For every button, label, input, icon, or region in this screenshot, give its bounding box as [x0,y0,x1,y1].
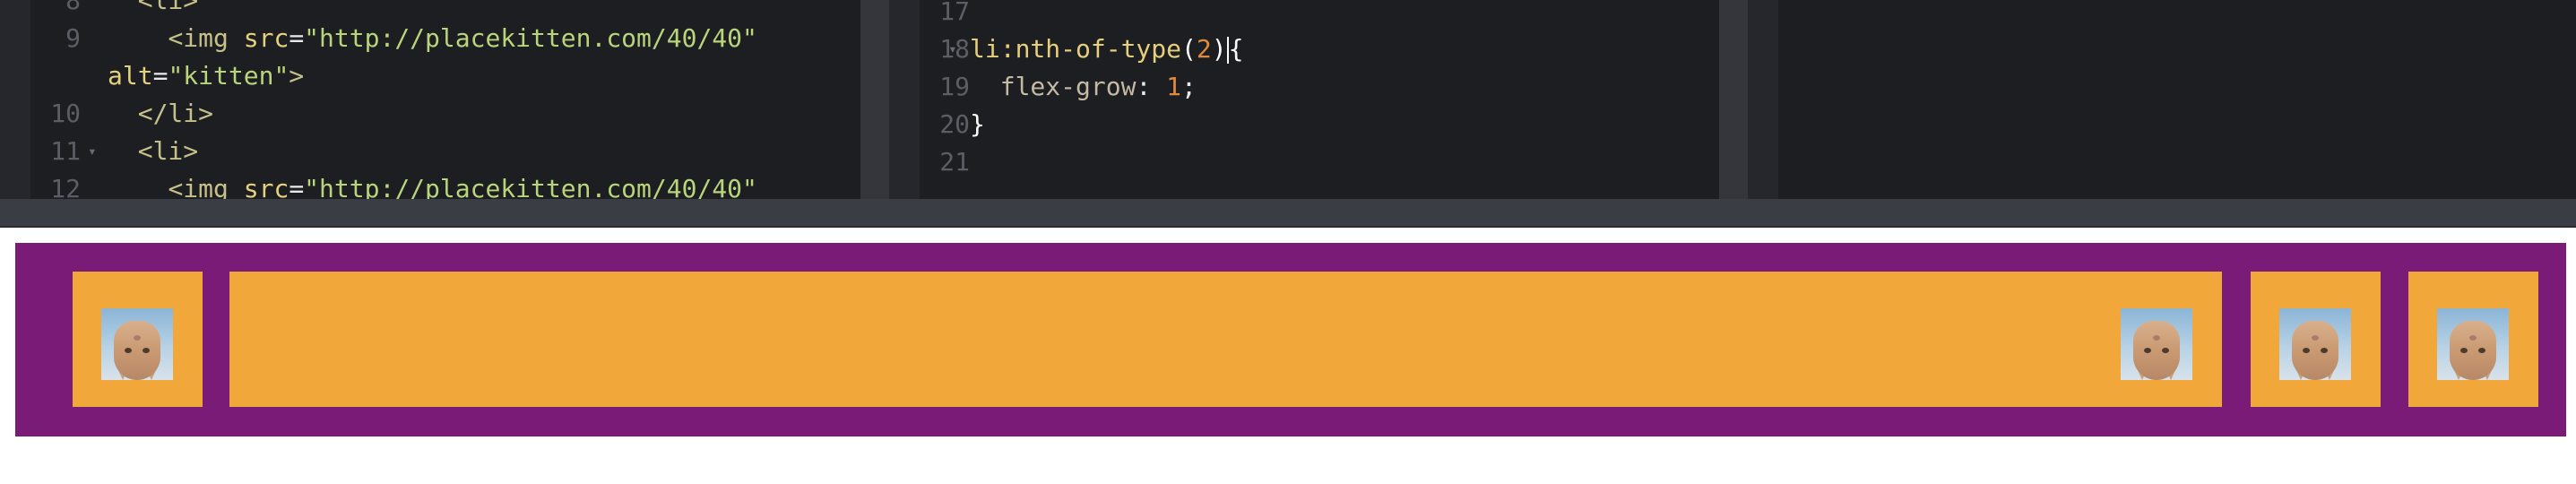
pane-resize-handle-1[interactable] [860,0,889,199]
code-token: = [289,174,305,199]
code-text: alt="kitten"> [108,57,304,95]
code-text: <img src="http://placekitten.com/40/40" [108,170,757,199]
code-editor: 8 <li> 9 <img src="http://placekitten.com… [0,0,2576,228]
line-number: 21 [939,147,970,177]
line-number: 11 [50,136,81,166]
js-editor-pane[interactable] [1748,0,2576,199]
kitten-image [101,308,173,380]
code-token: "http://placekitten.com/40/40" [304,174,757,199]
code-token: src [243,174,290,199]
code-token: = [289,23,305,53]
code-token: li:nth-of-type [970,34,1182,64]
kitten-image [2437,308,2509,380]
code-token: src [243,23,290,53]
code-token: "http://placekitten.com/40/40" [304,23,757,53]
code-text: <li> [108,133,198,170]
css-editor-pane[interactable]: 17 18 ▾ li:nth-of-type(2){19 flex-grow: 1; 2… [889,0,1719,199]
code-text: <img src="http://placekitten.com/40/40" [108,20,757,57]
code-token: } [970,109,985,139]
code-token: = [152,61,169,91]
html-editor-pane[interactable]: 8 <li> 9 <img src="http://placekitten.com… [0,0,860,199]
line-number: 19 [939,72,970,101]
line-number: 8 [65,0,81,15]
code-token: <img [168,174,244,199]
css-gutter [889,0,920,199]
code-token: 2 [1196,34,1212,64]
kitten-image [2121,308,2192,380]
line-number: 17 [939,0,970,26]
pane-resize-handle-2[interactable] [1719,0,1748,199]
code-token: <li> [137,0,199,15]
code-token: ( [1181,34,1197,64]
code-text: li:nth-of-type(2){ [970,30,1243,68]
code-token: > [289,61,305,91]
code-token: ) [1211,34,1227,64]
html-gutter [0,0,30,199]
flex-list [15,243,2566,436]
code-token: </li> [137,99,214,128]
code-token: alt [108,61,153,91]
js-gutter [1748,0,1778,199]
kitten-image [2279,308,2351,380]
code-text: } [970,106,985,143]
code-token: <img [168,23,244,53]
line-number: 18 [939,34,970,64]
code-token: 1 [1166,72,1182,101]
code-text: </li> [108,95,213,133]
list-item-3 [2251,272,2381,407]
list-item-1 [73,272,203,407]
line-number: 20 [939,109,970,139]
code-token: <li> [137,136,199,166]
line-number: 10 [50,99,81,128]
fold-arrow-icon[interactable]: ▾ [88,133,97,170]
list-item-4 [2408,272,2538,407]
code-token: : [1136,72,1167,101]
line-number: 9 [65,23,81,53]
code-token: flex-grow [999,72,1137,101]
code-text: flex-grow: 1; [970,68,1197,106]
list-item-2 [229,272,2222,407]
code-text: <li> [108,0,198,20]
editor-resize-bar[interactable] [0,199,2576,228]
code-token: ; [1181,72,1197,101]
preview-frame [0,228,2576,484]
code-token: "kitten" [168,61,290,91]
fold-arrow-icon[interactable]: ▾ [948,30,957,68]
code-token: { [1228,34,1244,64]
line-number: 12 [50,174,81,199]
